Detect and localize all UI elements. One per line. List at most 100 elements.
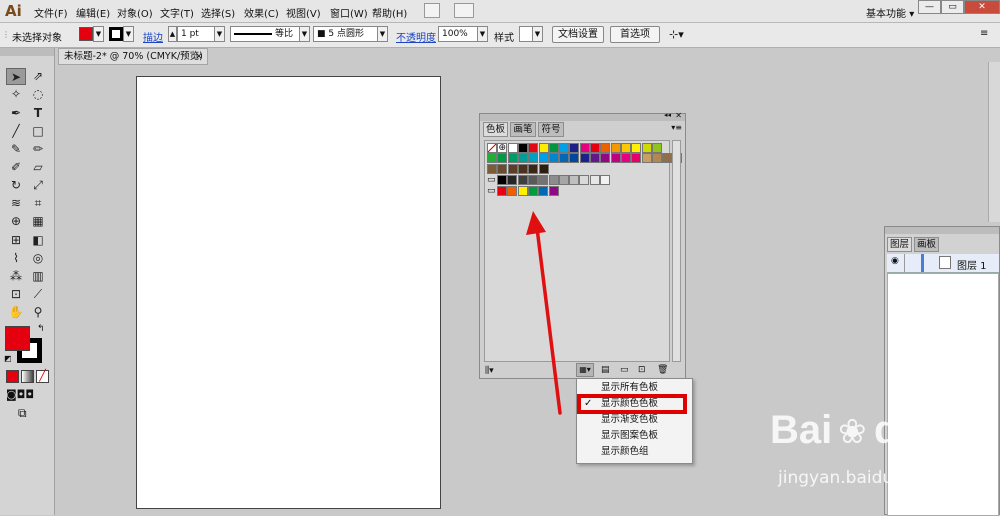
menu-help[interactable]: 帮助(H): [372, 5, 407, 20]
color-swatch[interactable]: [538, 153, 549, 164]
color-swatch[interactable]: [651, 153, 662, 164]
gray-swatch[interactable]: [600, 174, 610, 185]
none-swatch[interactable]: [487, 143, 497, 153]
color-swatch[interactable]: [507, 143, 518, 153]
pencil-tool-icon[interactable]: ✏: [28, 141, 48, 158]
zoom-tool-icon[interactable]: ⚲: [28, 304, 48, 321]
mesh-tool-icon[interactable]: ⊞: [6, 232, 26, 249]
color-swatch[interactable]: [559, 153, 570, 164]
collapse-icon[interactable]: ◂◂: [664, 111, 671, 119]
panel-menu-icon[interactable]: ≡: [980, 28, 988, 39]
color-swatch[interactable]: [569, 143, 580, 153]
screen-mode-icon[interactable]: ⧉: [18, 406, 27, 421]
tab-swatches[interactable]: 色板: [483, 122, 508, 137]
new-color-group-icon[interactable]: ▭: [620, 365, 629, 375]
tab-symbols[interactable]: 符号: [538, 122, 564, 137]
gradient-mode-icon[interactable]: [21, 370, 34, 383]
slice-tool-icon[interactable]: ⟋: [28, 286, 48, 303]
menu-item-show-gradient[interactable]: 显示渐变色板: [577, 412, 692, 428]
preferences-button[interactable]: 首选项: [610, 26, 660, 43]
color-swatch[interactable]: [569, 153, 580, 164]
artboard[interactable]: [136, 76, 441, 509]
minimize-button[interactable]: —: [918, 0, 941, 14]
layer-row[interactable]: ◉ 图层 1: [887, 254, 999, 273]
color-swatch[interactable]: [641, 143, 652, 153]
document-tab[interactable]: 未标题-2* @ 70% (CMYK/预览) ×: [58, 48, 208, 65]
scale-tool-icon[interactable]: ⤢: [28, 177, 48, 194]
color-swatch[interactable]: [538, 143, 549, 153]
delete-swatch-icon[interactable]: 🗑: [657, 365, 668, 375]
panel-menu-icon[interactable]: ▾≡: [671, 123, 682, 132]
color-swatch[interactable]: [610, 153, 621, 164]
color-swatch[interactable]: [497, 163, 508, 174]
eyedropper-tool-icon[interactable]: ⌇: [6, 250, 26, 267]
color-swatch[interactable]: [631, 153, 642, 164]
bright-swatch[interactable]: [527, 186, 538, 197]
color-swatch[interactable]: [600, 143, 611, 153]
color-swatch[interactable]: [579, 153, 590, 164]
warp-tool-icon[interactable]: ≋: [6, 195, 26, 212]
new-swatch-icon[interactable]: ⊡: [638, 365, 646, 375]
bright-swatch[interactable]: [517, 186, 528, 197]
grip-icon[interactable]: ⋮: [2, 30, 10, 39]
artboard-tool-icon[interactable]: ⊡: [6, 286, 26, 303]
color-swatch[interactable]: [590, 143, 600, 153]
opacity-link[interactable]: 不透明度: [396, 29, 436, 44]
default-colors-icon[interactable]: ◩: [4, 354, 12, 363]
chevron-down-icon[interactable]: ▼: [532, 26, 543, 42]
tab-layers[interactable]: 图层: [887, 237, 912, 252]
color-swatch[interactable]: [662, 153, 673, 164]
swatch-options-icon[interactable]: ▤: [601, 365, 610, 375]
gray-swatch[interactable]: [517, 174, 528, 185]
color-swatch[interactable]: [651, 143, 662, 153]
color-swatch[interactable]: [548, 143, 559, 153]
close-tab-icon[interactable]: ×: [195, 49, 203, 64]
gray-swatch[interactable]: [579, 174, 590, 185]
blob-brush-tool-icon[interactable]: ✐: [6, 159, 26, 176]
perspective-grid-tool-icon[interactable]: ▦: [28, 213, 48, 230]
gradient-tool-icon[interactable]: ◧: [28, 232, 48, 249]
menu-select[interactable]: 选择(S): [201, 5, 235, 20]
color-swatch[interactable]: [517, 163, 528, 174]
chevron-down-icon[interactable]: ▼: [123, 26, 134, 42]
hand-tool-icon[interactable]: ✋: [6, 304, 26, 321]
menu-item-show-pattern[interactable]: 显示图案色板: [577, 428, 692, 444]
close-panel-icon[interactable]: ✕: [675, 111, 682, 120]
gray-swatch[interactable]: [558, 174, 569, 185]
bright-swatch[interactable]: [497, 186, 507, 197]
chevron-down-icon[interactable]: ▼: [299, 26, 310, 42]
gray-swatch[interactable]: [497, 174, 507, 185]
none-mode-icon[interactable]: ╱: [36, 370, 49, 383]
document-setup-button[interactable]: 文档设置: [552, 26, 604, 43]
eraser-tool-icon[interactable]: ▱: [28, 159, 48, 176]
color-group-folder-icon[interactable]: ▭: [487, 186, 497, 196]
graphic-style-swatch[interactable]: [519, 26, 533, 42]
color-swatch[interactable]: [538, 163, 549, 174]
stroke-stepper[interactable]: ▲: [168, 26, 177, 42]
color-swatch[interactable]: [487, 153, 497, 164]
toolbox-header[interactable]: [0, 48, 54, 56]
align-options-icon[interactable]: ⊹▾: [669, 28, 684, 41]
menu-window[interactable]: 窗口(W): [330, 5, 368, 20]
color-swatch[interactable]: [507, 163, 518, 174]
panel-header[interactable]: ◂◂ ✕: [480, 111, 685, 121]
menu-item-show-color-groups[interactable]: 显示颜色组: [577, 444, 692, 460]
panel-header[interactable]: [885, 227, 999, 234]
panel-dock-strip[interactable]: [988, 62, 1000, 222]
shape-builder-tool-icon[interactable]: ⊕: [6, 213, 26, 230]
column-graph-tool-icon[interactable]: ▥: [28, 268, 48, 285]
color-swatch[interactable]: [600, 153, 611, 164]
paintbrush-tool-icon[interactable]: ✎: [6, 141, 26, 158]
color-swatch[interactable]: [548, 153, 559, 164]
color-swatch[interactable]: [517, 143, 528, 153]
direct-selection-tool-icon[interactable]: ⇗: [28, 68, 48, 85]
color-swatch[interactable]: [620, 143, 631, 153]
gray-swatch[interactable]: [507, 174, 518, 185]
color-swatch[interactable]: [559, 143, 570, 153]
arrange-documents-icon[interactable]: [454, 3, 474, 18]
rotate-tool-icon[interactable]: ↻: [6, 177, 26, 194]
chevron-down-icon[interactable]: ▼: [477, 26, 488, 42]
menu-type[interactable]: 文字(T): [160, 5, 194, 20]
gray-swatch[interactable]: [589, 174, 600, 185]
opacity-field[interactable]: 100%: [438, 26, 478, 42]
